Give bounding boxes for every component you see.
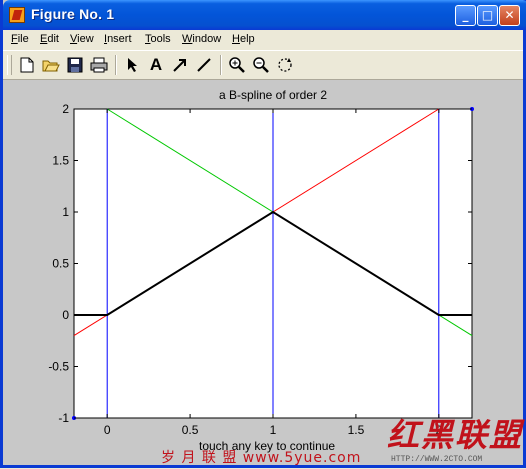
open-folder-icon[interactable] [41,55,61,75]
x-tick-label: 1.5 [348,423,365,437]
y-tick-label: 2 [62,102,69,116]
zoom-out-icon[interactable] [251,55,271,75]
figure-canvas: a B-spline of order 2 0 0.5 1 1.5 2 -1 -0.5 0 0.… [3,80,524,466]
menu-edit[interactable]: Edit [40,33,59,45]
matlab-icon [9,7,25,23]
y-tick-label: -1 [58,411,69,425]
new-file-icon[interactable] [17,55,37,75]
y-tick-label: 0 [62,308,69,322]
save-icon[interactable] [65,55,85,75]
title-bar[interactable]: Figure No. 1 _ □ ✕ [3,0,526,30]
figure-window: Figure No. 1 _ □ ✕ File Edit View Insert… [0,0,526,468]
minimize-button[interactable]: _ [455,5,476,26]
x-tick-label: 0 [104,423,111,437]
menu-window[interactable]: Window [182,33,221,45]
menu-bar: File Edit View Insert Tools Window Help [3,30,523,50]
y-tick-label: 0.5 [52,257,69,271]
zoom-in-icon[interactable] [227,55,247,75]
print-icon[interactable] [89,55,109,75]
x-tick-label: 1 [270,423,277,437]
menu-insert[interactable]: Insert [104,33,132,45]
menu-file[interactable]: File [11,33,29,45]
y-tick-label: 1 [62,205,69,219]
y-tick-label: -0.5 [48,360,69,374]
x-tick-label: 0.5 [182,423,199,437]
text-insert-icon[interactable]: A [146,55,166,75]
toolbar-separator [220,55,222,75]
close-button[interactable]: ✕ [499,5,520,26]
maximize-button[interactable]: □ [477,5,498,26]
menu-view[interactable]: View [70,33,94,45]
watermark-right: 红黑联盟 [387,416,524,454]
menu-tools[interactable]: Tools [145,33,171,45]
menu-help[interactable]: Help [232,33,255,45]
chart-title: a B-spline of order 2 [219,88,327,102]
line-insert-icon[interactable] [194,55,214,75]
y-tick-label: 1.5 [52,154,69,168]
watermark-url: HTTP://WWW.2CTO.COM [391,455,483,464]
toolbar: A [3,50,523,80]
arrow-insert-icon[interactable] [170,55,190,75]
watermark-left: 岁 月 联 盟 www.5yue.com [161,450,362,466]
rotate-icon[interactable] [275,55,295,75]
chart-svg: a B-spline of order 2 0 0.5 1 1.5 2 -1 -0.5 0 0.… [48,88,474,437]
toolbar-grip[interactable] [7,55,12,75]
window-title: Figure No. 1 [31,6,115,22]
pointer-arrow-icon[interactable] [123,55,143,75]
toolbar-separator [115,55,117,75]
